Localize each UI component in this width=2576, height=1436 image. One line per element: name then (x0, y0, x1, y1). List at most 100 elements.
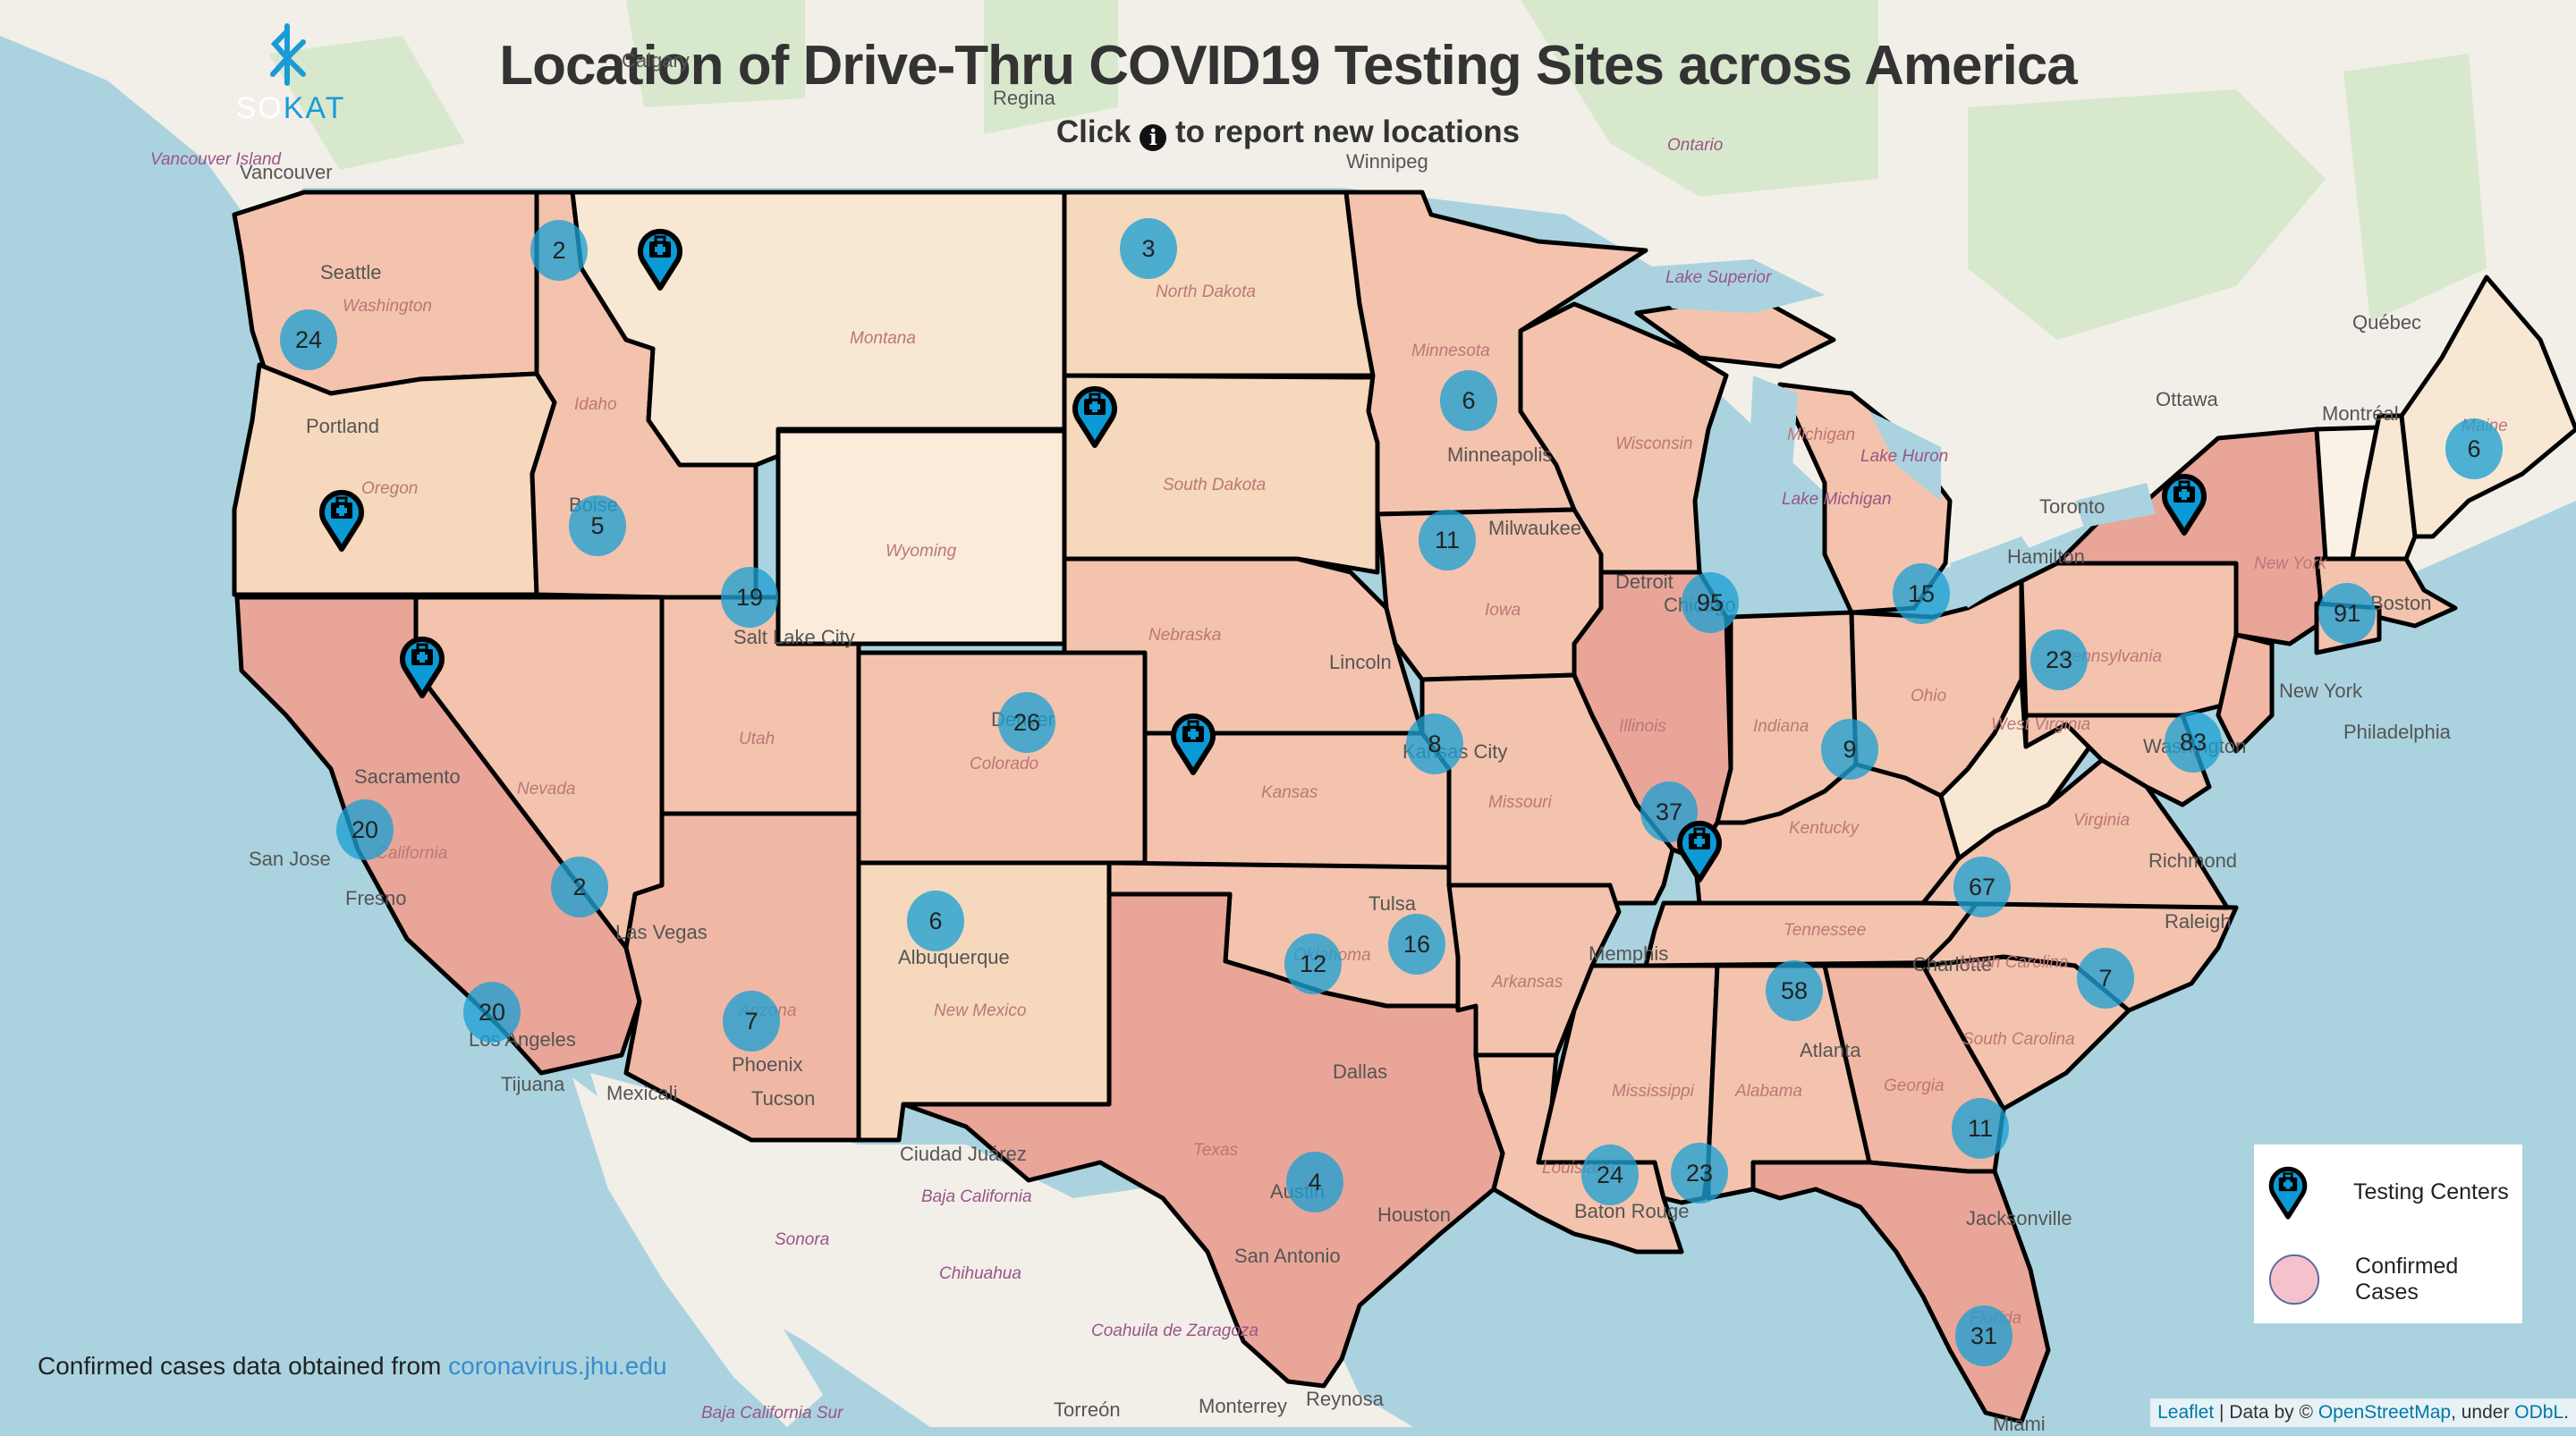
attribution-end: . (2563, 1402, 2569, 1423)
leaflet-link[interactable]: Leaflet (2157, 1402, 2214, 1423)
cluster-marker[interactable]: 23 (1671, 1143, 1728, 1204)
cluster-marker[interactable]: 95 (1682, 572, 1739, 633)
testing-center-marker-icon[interactable] (1675, 817, 1724, 883)
state-label: North Dakota (1156, 283, 1256, 301)
city-label: Las Vegas (615, 921, 708, 943)
data-source-link[interactable]: coronavirus.jhu.edu (448, 1352, 666, 1380)
city-label: Raleigh (2165, 910, 2232, 933)
region-label: Coahuila de Zaragoza (1091, 1322, 1258, 1340)
cluster-marker[interactable]: 7 (723, 991, 780, 1052)
region-label: Baja California Sur (701, 1404, 843, 1423)
cluster-count: 5 (590, 511, 605, 539)
testing-center-marker-icon[interactable] (1169, 710, 1217, 776)
state-label: Georgia (1884, 1077, 1945, 1095)
testing-center-marker-icon[interactable] (318, 486, 366, 553)
state-washington[interactable] (232, 190, 539, 396)
cluster-marker[interactable]: 67 (1953, 857, 2011, 917)
cluster-count: 6 (928, 907, 943, 934)
cluster-marker[interactable]: 19 (721, 567, 778, 628)
testing-center-marker-icon[interactable] (636, 225, 684, 291)
cluster-marker[interactable]: 11 (1952, 1098, 2009, 1159)
city-label: Lincoln (1329, 651, 1392, 673)
cluster-count: 20 (351, 815, 379, 843)
cluster-marker[interactable]: 11 (1419, 510, 1476, 570)
state-label: Idaho (574, 395, 617, 414)
city-label: Salt Lake City (733, 626, 855, 648)
cluster-count: 6 (1462, 386, 1476, 414)
cluster-marker[interactable]: 9 (1821, 719, 1878, 780)
cluster-marker[interactable]: 6 (907, 891, 964, 951)
state-label: Wisconsin (1615, 435, 1693, 453)
cluster-marker[interactable]: 5 (569, 495, 626, 556)
city-label: Toronto (2039, 495, 2106, 518)
city-label: Tijuana (501, 1073, 565, 1095)
city-label: Detroit (1615, 570, 1674, 593)
testing-center-marker-icon[interactable] (2160, 470, 2208, 536)
state-label: Utah (739, 730, 775, 748)
cluster-marker[interactable]: 8 (1406, 714, 1463, 774)
legend-label-confirmed-cases: Confirmed Cases (2355, 1254, 2459, 1305)
city-label: New York (2279, 680, 2362, 702)
region-label: Lake Huron (1860, 447, 1949, 466)
cluster-count: 4 (1308, 1168, 1322, 1195)
cluster-marker[interactable]: 31 (1955, 1305, 2012, 1366)
subtitle-click-text: Click (1055, 114, 1131, 149)
odbl-link[interactable]: ODbL (2514, 1402, 2563, 1423)
city-label: Atlanta (1800, 1039, 1861, 1061)
state-label: Texas (1193, 1141, 1238, 1160)
state-label: Kansas (1261, 783, 1318, 802)
cluster-marker[interactable]: 12 (1284, 933, 1342, 994)
osm-link[interactable]: OpenStreetMap (2318, 1402, 2451, 1423)
city-label: Baton Rouge (1574, 1200, 1690, 1222)
cluster-marker[interactable]: 2 (530, 220, 588, 281)
state-label: Iowa (1485, 601, 1521, 620)
testing-center-marker-icon[interactable] (398, 633, 446, 699)
cluster-count: 15 (1907, 579, 1936, 607)
cluster-marker[interactable]: 4 (1286, 1152, 1343, 1212)
cluster-marker[interactable]: 58 (1766, 960, 1823, 1021)
cluster-marker[interactable]: 83 (2165, 712, 2222, 773)
cluster-marker[interactable]: 91 (2318, 583, 2376, 644)
cluster-marker[interactable]: 2 (551, 857, 608, 917)
cluster-count: 83 (2179, 728, 2207, 756)
cluster-count: 16 (1402, 930, 1431, 958)
map-attribution: Leaflet | Data by © OpenStreetMap, under… (2150, 1398, 2576, 1427)
state-label: Montana (850, 329, 916, 348)
city-label: Portland (306, 415, 379, 437)
cluster-marker[interactable]: 15 (1893, 563, 1950, 624)
state-wyoming[interactable] (775, 428, 1067, 646)
state-label: New Mexico (934, 1001, 1027, 1020)
state-label: Kentucky (1789, 819, 1860, 838)
city-label: Miami (1993, 1413, 2046, 1435)
testing-center-marker-icon[interactable] (1071, 383, 1119, 449)
cluster-marker[interactable]: 6 (2445, 418, 2503, 479)
cluster-marker[interactable]: 26 (998, 692, 1055, 753)
cluster-count: 2 (572, 873, 587, 900)
state-label: Missouri (1488, 793, 1552, 812)
info-icon[interactable]: i (1140, 124, 1167, 151)
cluster-count: 11 (1434, 526, 1461, 553)
map-legend: Testing Centers Confirmed Cases (2254, 1145, 2522, 1323)
state-florida[interactable] (1750, 1160, 2051, 1424)
city-label: Minneapolis (1447, 443, 1553, 466)
region-label: Lake Michigan (1782, 490, 1892, 509)
region-label: Baja California (921, 1187, 1032, 1206)
cluster-marker[interactable]: 7 (2077, 948, 2134, 1009)
subtitle-report-text: to report new locations (1175, 114, 1521, 149)
data-source-text: Confirmed cases data obtained from (38, 1352, 442, 1380)
cluster-marker[interactable]: 23 (2030, 629, 2088, 690)
state-label: Mississippi (1612, 1082, 1694, 1101)
cluster-marker[interactable]: 3 (1120, 218, 1177, 279)
region-label: Sonora (775, 1230, 830, 1249)
cluster-marker[interactable]: 16 (1388, 914, 1445, 975)
cluster-count: 19 (735, 583, 764, 611)
cluster-marker[interactable]: 20 (336, 799, 394, 860)
cluster-count: 3 (1141, 234, 1156, 262)
page-title: Location of Drive-Thru COVID19 Testing S… (499, 35, 2078, 97)
cluster-marker[interactable]: 6 (1440, 370, 1497, 431)
cluster-marker[interactable]: 24 (280, 309, 337, 370)
state-label: Colorado (970, 755, 1039, 773)
cluster-marker[interactable]: 24 (1581, 1145, 1639, 1205)
city-label: Montréal (2322, 402, 2399, 425)
cluster-marker[interactable]: 20 (463, 982, 521, 1043)
